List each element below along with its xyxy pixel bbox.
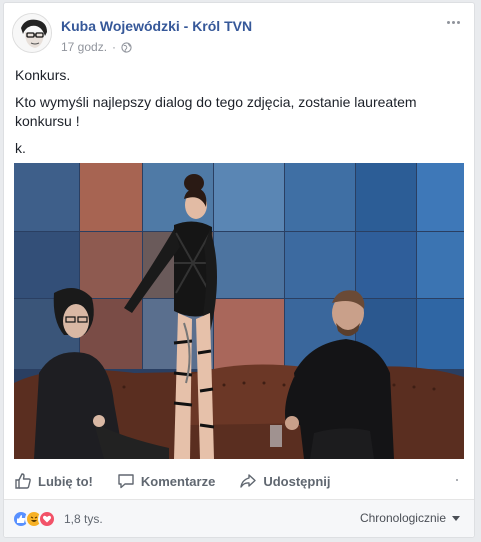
post-card: Kuba Wojewódzki - Król TVN 17 godz. · Ko… <box>3 2 475 538</box>
comment-button[interactable]: Komentarze <box>117 472 215 490</box>
comment-label: Komentarze <box>140 473 216 489</box>
reaction-icons[interactable] <box>12 510 56 528</box>
like-label: Lubię to! <box>38 473 93 489</box>
more-options-button[interactable] <box>442 15 464 29</box>
divider-dot <box>456 479 458 481</box>
post-paragraph: k. <box>15 140 26 156</box>
post-photo[interactable] <box>14 163 464 459</box>
reactions-footer: 1,8 tys. Chronologicznie <box>4 499 474 537</box>
thumbs-up-icon <box>15 473 31 489</box>
post-time[interactable]: 17 godz. <box>61 40 107 54</box>
share-icon <box>240 474 257 488</box>
comment-icon <box>118 474 134 489</box>
separator-dot: · <box>112 40 117 54</box>
like-button[interactable]: Lubię to! <box>14 472 93 490</box>
post-meta: 17 godz. · <box>61 40 132 54</box>
more-dot-icon <box>446 20 450 24</box>
avatar[interactable] <box>12 13 52 53</box>
love-reaction-icon <box>38 510 56 528</box>
post-header: Kuba Wojewódzki - Król TVN 17 godz. · <box>12 13 466 57</box>
post-paragraph: Konkurs. <box>15 67 71 83</box>
sort-label: Chronologicznie <box>359 511 446 525</box>
post-paragraph: Kto wymyśli najlepszy dialog do tego zdj… <box>15 94 417 129</box>
author-name[interactable]: Kuba Wojewódzki - Król TVN <box>61 18 252 34</box>
avatar-image <box>13 14 51 52</box>
more-dot-icon <box>456 20 460 24</box>
comment-sort-dropdown[interactable]: Chronologicznie <box>360 511 460 525</box>
action-bar: Lubię to! Komentarze Udostępnij <box>14 465 464 497</box>
share-label: Udostępnij <box>263 473 331 489</box>
more-dot-icon <box>451 20 455 24</box>
chevron-down-icon <box>452 515 460 521</box>
photo-image <box>14 163 464 459</box>
tile-wall <box>14 163 464 369</box>
globe-icon <box>121 41 132 53</box>
post-text: Konkurs. Kto wymyśli najlepszy dialog do… <box>15 66 462 166</box>
share-button[interactable]: Udostępnij <box>239 472 330 490</box>
reaction-count[interactable]: 1,8 tys. <box>64 512 103 526</box>
